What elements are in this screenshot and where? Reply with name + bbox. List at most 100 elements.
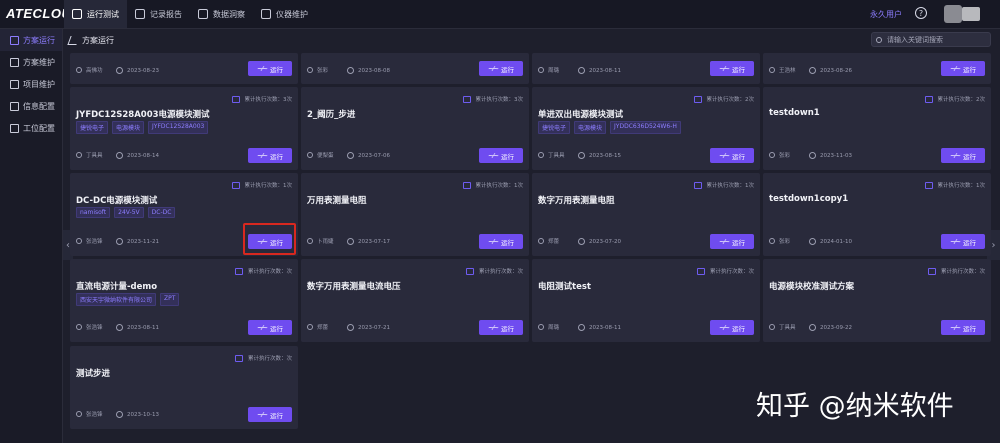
- highlight-box: [243, 223, 296, 255]
- date: 2023-08-11: [116, 324, 159, 331]
- plan-card[interactable]: 累计执行次数：1次 万用表测量电阻 卜雨婕 2023-07-17 ~⁄~ 运行: [301, 173, 529, 256]
- avatar[interactable]: [944, 5, 962, 23]
- plan-card[interactable]: 累计执行次数：次 测试步进 张浩锋 2023-10-13 ~⁄~ 运行: [70, 346, 298, 429]
- tab-records[interactable]: 记录报告: [127, 0, 190, 28]
- play-icon: [696, 267, 705, 275]
- play-icon: [693, 95, 702, 103]
- clock-icon: [578, 238, 585, 245]
- clock-icon: [347, 238, 354, 245]
- run-button[interactable]: ~⁄~ 运行: [941, 234, 985, 249]
- date: 2023-08-23: [116, 67, 159, 74]
- author: 便梨蛋: [307, 151, 334, 159]
- monitor-icon: [72, 9, 82, 19]
- run-count: 累计执行次数：次: [465, 267, 523, 275]
- plan-card[interactable]: 高佛功 2023-08-23 ~⁄~ 运行: [70, 53, 298, 84]
- run-button[interactable]: ~⁄~ 运行: [941, 320, 985, 335]
- plan-title: 数字万用表测量电流电压: [307, 282, 401, 292]
- help-icon[interactable]: ?: [915, 7, 927, 19]
- user-icon: [307, 67, 313, 73]
- date: 2023-07-21: [347, 324, 390, 331]
- run-button[interactable]: ~⁄~ 运行: [248, 320, 292, 335]
- plan-card[interactable]: 累计执行次数：次 直流电源计量-demo 西安天宇微纳软件有限公司 ZPT 张浩锋 202…: [70, 259, 298, 342]
- run-button[interactable]: ~⁄~ 运行: [479, 320, 523, 335]
- clock-icon: [347, 67, 354, 74]
- run-button[interactable]: ~⁄~ 运行: [479, 148, 523, 163]
- plan-card[interactable]: 累计执行次数：2次 testdown1 张彩 2023-11-03 ~⁄~ 运行: [763, 87, 991, 170]
- sidebar-item-plan-maintain[interactable]: 方案维护: [0, 51, 62, 73]
- plan-card[interactable]: 累计执行次数：3次 JYFDC12S28A003电源模块测试 捷锐电子 电源模块 JYF…: [70, 87, 298, 170]
- report-icon: [135, 9, 145, 19]
- play-icon: [234, 267, 243, 275]
- plan-card[interactable]: 累计执行次数：1次 数字万用表测量电阻 郑蕾 2023-07-20 ~⁄~ 运行: [532, 173, 760, 256]
- plan-card[interactable]: 累计执行次数：次 数字万用表测量电流电压 郑蕾 2023-07-21 ~⁄~ 运行: [301, 259, 529, 342]
- user-name[interactable]: 永久用户: [870, 9, 902, 20]
- run-button[interactable]: ~⁄~ 运行: [248, 407, 292, 422]
- play-icon: [924, 95, 933, 103]
- user-icon: [76, 324, 82, 330]
- wave-icon: ~⁄~: [950, 323, 961, 332]
- tag: 24V-5V: [114, 207, 144, 218]
- run-button[interactable]: ~⁄~ 运行: [710, 320, 754, 335]
- wave-icon: ~⁄~: [257, 410, 268, 419]
- avatar-label[interactable]: [962, 7, 980, 21]
- run-button[interactable]: ~⁄~ 运行: [710, 61, 754, 76]
- tab-run-test[interactable]: 运行测试: [64, 0, 127, 28]
- author: 张浩锋: [76, 237, 103, 245]
- clock-icon: [116, 324, 123, 331]
- plan-card[interactable]: 张彩 2023-08-08 ~⁄~ 运行: [301, 53, 529, 84]
- run-button[interactable]: ~⁄~ 运行: [941, 61, 985, 76]
- plan-card[interactable]: 累计执行次数：2次 单进双出电源模块测试 捷锐电子 电源模块 JYDDC636D524W…: [532, 87, 760, 170]
- clock-icon: [578, 152, 585, 159]
- clock-icon: [116, 67, 123, 74]
- date: 2023-08-26: [809, 67, 852, 74]
- plan-card[interactable]: 累计执行次数：次 电源模块校准测试方案 丁具具 2023-09-22 ~⁄~ 运行: [763, 259, 991, 342]
- watermark: 知乎 @纳米软件: [756, 391, 954, 422]
- user-icon: [76, 152, 82, 158]
- tab-instruments[interactable]: 仪器维护: [253, 0, 316, 28]
- user-icon: [538, 67, 544, 73]
- search-input[interactable]: 请输入关键词搜索: [871, 32, 991, 47]
- tag-list: 捷锐电子 电源模块 JYDDC636D524W6-H: [538, 121, 685, 134]
- tag: JYFDC12S28A003: [148, 121, 209, 134]
- plan-card[interactable]: 周璐 2023-08-11 ~⁄~ 运行: [532, 53, 760, 84]
- user-icon: [769, 238, 775, 244]
- run-button[interactable]: ~⁄~ 运行: [479, 234, 523, 249]
- run-button[interactable]: ~⁄~ 运行: [710, 148, 754, 163]
- user-icon: [307, 152, 313, 158]
- play-icon: [462, 181, 471, 189]
- run-count: 累计执行次数：3次: [462, 95, 523, 103]
- user-icon: [769, 67, 775, 73]
- user-icon: [769, 152, 775, 158]
- run-button[interactable]: ~⁄~ 运行: [248, 61, 292, 76]
- clock-icon: [809, 238, 816, 245]
- run-button[interactable]: ~⁄~ 运行: [710, 234, 754, 249]
- run-button[interactable]: ~⁄~ 运行: [479, 61, 523, 76]
- sidebar-item-info-config[interactable]: 信息配置: [0, 95, 62, 117]
- sidebar-item-project-maintain[interactable]: 项目维护: [0, 73, 62, 95]
- wave-icon: ~⁄~: [719, 151, 730, 160]
- plan-card[interactable]: 累计执行次数：1次 testdown1copy1 张彩 2024-01-10 ~⁄~ 运行: [763, 173, 991, 256]
- plan-card[interactable]: 累计执行次数：3次 2_阈历_步进 便梨蛋 2023-07-06 ~⁄~ 运行: [301, 87, 529, 170]
- tag: 电源模块: [112, 121, 145, 134]
- clock-icon: [347, 324, 354, 331]
- run-count: 累计执行次数：次: [696, 267, 754, 275]
- file-icon: [10, 79, 19, 89]
- run-count: 累计执行次数：1次: [693, 181, 754, 189]
- run-button[interactable]: ~⁄~ 运行: [248, 148, 292, 163]
- tag-list: namisoft 24V-5V DC-DC: [76, 207, 179, 218]
- tag: 西安天宇微纳软件有限公司: [76, 293, 157, 306]
- instrument-icon: [261, 9, 271, 19]
- sidebar: 方案运行 方案维护 项目维护 信息配置 工位配置: [0, 29, 63, 443]
- tab-insights[interactable]: 数据洞察: [190, 0, 253, 28]
- sidebar-item-station-config[interactable]: 工位配置: [0, 117, 62, 139]
- plan-card[interactable]: 王浩林 2023-08-26 ~⁄~ 运行: [763, 53, 991, 84]
- plan-card[interactable]: 累计执行次数：次 电阻测试test 周璐 2023-08-11 ~⁄~ 运行: [532, 259, 760, 342]
- run-button[interactable]: ~⁄~ 运行: [941, 148, 985, 163]
- wave-icon: ~⁄~: [950, 237, 961, 246]
- date: 2023-09-22: [809, 324, 852, 331]
- plan-title: 电阻测试test: [538, 282, 591, 292]
- date: 2023-08-14: [116, 152, 159, 159]
- run-count: 累计执行次数：3次: [231, 95, 292, 103]
- plan-title: 电源模块校准测试方案: [769, 282, 855, 292]
- sidebar-item-plan-run[interactable]: 方案运行: [0, 29, 62, 51]
